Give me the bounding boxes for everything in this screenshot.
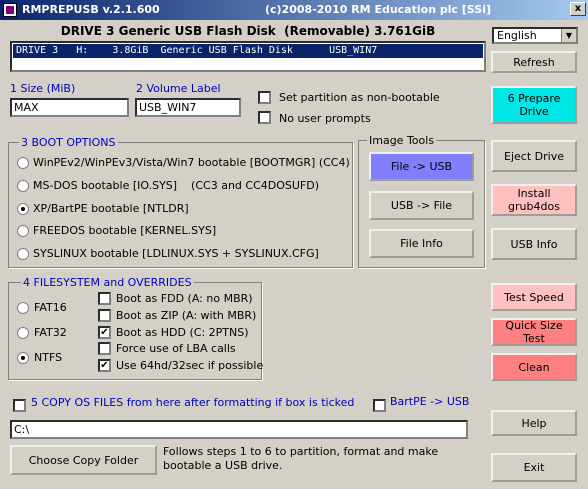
size-input[interactable]: MAX bbox=[10, 98, 129, 117]
help-button[interactable]: Help bbox=[491, 410, 577, 436]
nonbootable-checkbox[interactable] bbox=[258, 91, 271, 104]
usb-info-button[interactable]: USB Info bbox=[491, 228, 577, 260]
exit-button[interactable]: Exit bbox=[491, 453, 577, 482]
fs-label-fat16: FAT16 bbox=[34, 301, 67, 314]
boot-hdd-label: Boot as HDD (C: 2PTNS) bbox=[116, 326, 249, 339]
file-to-usb-button[interactable]: File -> USB bbox=[369, 152, 474, 181]
boot-fdd-label: Boot as FDD (A: no MBR) bbox=[116, 292, 253, 305]
eject-drive-button[interactable]: Eject Drive bbox=[491, 140, 577, 172]
usb-to-file-button[interactable]: USB -> File bbox=[369, 191, 474, 220]
bartpe-label: BartPE -> USB bbox=[390, 395, 470, 408]
boot-label-winpe: WinPEv2/WinPEv3/Vista/Win7 bootable [BOO… bbox=[33, 156, 350, 169]
prepare-drive-button[interactable]: 6 Prepare Drive bbox=[491, 86, 577, 124]
image-tools-title: Image Tools bbox=[367, 134, 437, 147]
app-icon bbox=[3, 3, 17, 17]
filesystem-title: 4 FILESYSTEM and OVERRIDES bbox=[21, 276, 194, 289]
language-selected: English bbox=[497, 29, 537, 42]
boot-options-title: 3 BOOT OPTIONS bbox=[19, 136, 118, 149]
bartpe-checkbox[interactable] bbox=[373, 399, 386, 412]
boot-fdd-checkbox[interactable] bbox=[98, 292, 111, 305]
force-lba-checkbox[interactable] bbox=[98, 342, 111, 355]
fs-label-ntfs: NTFS bbox=[34, 351, 63, 364]
fs-radio-fat16[interactable] bbox=[17, 302, 29, 314]
size-label: 1 Size (MiB) bbox=[10, 82, 76, 95]
fs-radio-ntfs[interactable] bbox=[17, 352, 29, 364]
instructions-text: Follows steps 1 to 6 to partition, forma… bbox=[163, 445, 439, 472]
test-speed-button[interactable]: Test Speed bbox=[491, 283, 577, 311]
file-info-button[interactable]: File Info bbox=[369, 229, 474, 258]
boot-radio-msdos[interactable] bbox=[17, 180, 29, 192]
drive-list-item-selected[interactable]: DRIVE 3 H: 3.8GiB Generic USB Flash Disk… bbox=[13, 44, 483, 58]
language-select[interactable]: English ▼ bbox=[492, 27, 578, 44]
force-lba-label: Force use of LBA calls bbox=[116, 342, 236, 355]
no-prompts-label: No user prompts bbox=[279, 112, 371, 125]
install-grub4dos-button[interactable]: Install grub4dos bbox=[491, 184, 577, 216]
drive-header: DRIVE 3 Generic USB Flash Disk (Removabl… bbox=[60, 24, 436, 38]
choose-copy-folder-button[interactable]: Choose Copy Folder bbox=[10, 445, 157, 475]
boot-label-msdos: MS-DOS bootable [IO.SYS] (CC3 and CC4DOS… bbox=[33, 179, 320, 192]
clean-button[interactable]: Clean bbox=[491, 353, 577, 381]
nonbootable-label: Set partition as non-bootable bbox=[279, 91, 440, 104]
boot-label-xp: XP/BartPE bootable [NTLDR] bbox=[33, 202, 189, 215]
chevron-down-icon[interactable]: ▼ bbox=[561, 29, 576, 42]
close-button[interactable]: x bbox=[570, 2, 586, 16]
boot-radio-winpe[interactable] bbox=[17, 157, 29, 169]
no-prompts-checkbox[interactable] bbox=[258, 111, 271, 124]
fs-label-fat32: FAT32 bbox=[34, 326, 67, 339]
title-bar[interactable]: RMPREPUSB v.2.1.600 (c)2008-2010 RM Educ… bbox=[0, 0, 588, 20]
boot-radio-freedos[interactable] bbox=[17, 225, 29, 237]
drive-list[interactable]: DRIVE 3 H: 3.8GiB Generic USB Flash Disk… bbox=[10, 41, 486, 72]
boot-label-freedos: FREEDOS bootable [KERNEL.SYS] bbox=[33, 224, 217, 237]
boot-radio-syslinux[interactable] bbox=[17, 248, 29, 260]
boot-label-syslinux: SYSLINUX bootable [LDLINUX.SYS + SYSLINU… bbox=[33, 247, 319, 260]
copy-os-files-label: 5 COPY OS FILES from here after formatti… bbox=[31, 396, 355, 409]
boot-zip-label: Boot as ZIP (A: with MBR) bbox=[116, 309, 257, 322]
boot-radio-xp[interactable] bbox=[17, 203, 29, 215]
boot-hdd-checkbox[interactable]: ✔ bbox=[98, 326, 111, 339]
use-64hd-checkbox[interactable]: ✔ bbox=[98, 359, 111, 372]
volume-label-caption: 2 Volume Label bbox=[136, 82, 221, 95]
volume-label-input[interactable]: USB_WIN7 bbox=[135, 98, 241, 117]
copy-os-files-checkbox[interactable] bbox=[13, 399, 26, 412]
window-copyright: (c)2008-2010 RM Education plc [SSi] bbox=[265, 3, 492, 16]
copy-path-input[interactable]: C:\ bbox=[10, 420, 468, 439]
fs-radio-fat32[interactable] bbox=[17, 327, 29, 339]
refresh-button[interactable]: Refresh bbox=[491, 51, 577, 73]
window-title: RMPREPUSB v.2.1.600 bbox=[22, 3, 160, 16]
quick-size-test-button[interactable]: Quick Size Test bbox=[491, 318, 577, 346]
boot-zip-checkbox[interactable] bbox=[98, 309, 111, 322]
use-64hd-label: Use 64hd/32sec if possible bbox=[116, 359, 264, 372]
